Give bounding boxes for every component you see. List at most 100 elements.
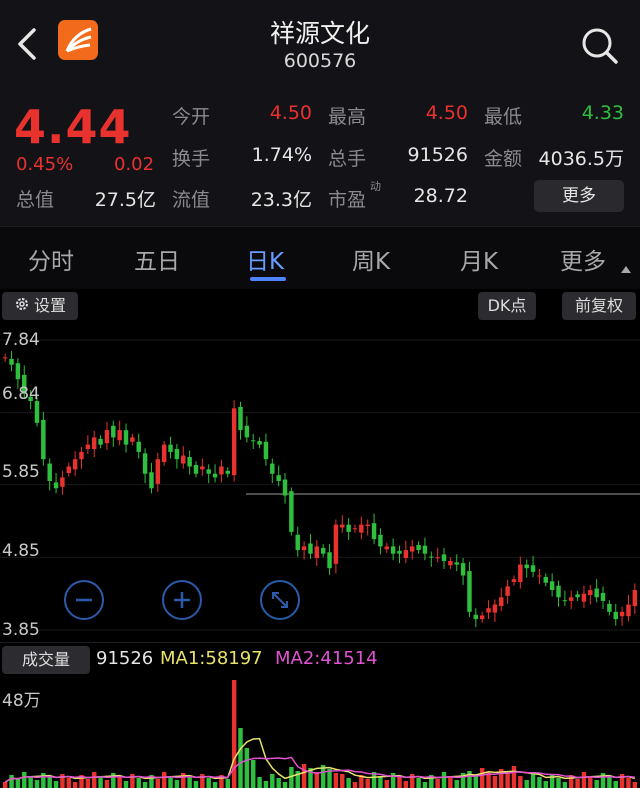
volume-bar — [98, 776, 103, 788]
forward-adjust-button[interactable]: 前复权 — [562, 292, 636, 320]
more-quote-button[interactable]: 更多 — [534, 180, 624, 212]
volume-bar — [91, 772, 97, 788]
volume-bar — [161, 772, 167, 788]
candle-body — [619, 611, 625, 617]
low-value: 4.33 — [581, 102, 624, 124]
amount-value: 4036.5万 — [538, 148, 624, 170]
candle-body — [613, 611, 618, 620]
candle — [359, 516, 364, 540]
volume-bar — [85, 779, 91, 788]
candle — [257, 437, 262, 449]
candle-body — [98, 438, 103, 445]
pe-dynamic-sup: 动 — [370, 180, 381, 193]
candle-body — [467, 571, 472, 612]
tab-five-day[interactable]: 五日 — [134, 242, 180, 276]
candle — [632, 583, 638, 615]
candle-body — [416, 544, 421, 551]
candle-body — [479, 615, 485, 620]
volume-bar — [257, 777, 262, 788]
volume-indicator-button[interactable]: 成交量 — [2, 646, 90, 674]
candle-body — [53, 482, 59, 489]
gear-icon — [14, 293, 30, 321]
candle-body — [543, 576, 549, 583]
volume-bar — [250, 760, 256, 788]
volume-bar — [28, 776, 33, 788]
candle — [320, 544, 326, 558]
tab-day-k[interactable]: 日K — [246, 242, 284, 276]
candle-body — [549, 581, 555, 591]
volume-bar — [575, 779, 580, 788]
zoom-out-icon[interactable] — [64, 580, 104, 620]
tab-intraday[interactable]: 分时 — [28, 242, 74, 276]
candle-body — [250, 440, 256, 442]
candle-body — [365, 524, 370, 527]
search-icon[interactable] — [578, 24, 622, 68]
candle-body — [320, 547, 326, 554]
volume-bar — [378, 776, 383, 788]
candle — [581, 585, 587, 609]
fullscreen-icon[interactable] — [260, 580, 300, 620]
dk-point-button[interactable]: DK点 — [478, 292, 536, 320]
volume-bar — [626, 778, 631, 788]
volume-bar — [505, 773, 510, 788]
candle-body — [111, 425, 116, 438]
open-label: 今开 — [172, 106, 211, 128]
volume-bar — [524, 780, 529, 788]
turnover-label: 换手 — [172, 148, 211, 170]
tab-week-k[interactable]: 周K — [352, 242, 390, 276]
tab-month-k[interactable]: 月K — [460, 242, 498, 276]
volume-bar — [613, 781, 618, 788]
volume-current: 91526 — [96, 648, 154, 669]
candle-body — [206, 469, 211, 474]
float-cap-value: 23.3亿 — [250, 189, 312, 211]
volume-bar — [263, 781, 269, 788]
volume-bar — [225, 779, 231, 788]
low-label: 最低 — [484, 106, 523, 128]
volume-bar — [206, 778, 211, 788]
candle-body — [257, 441, 262, 445]
candle-body — [130, 437, 135, 442]
float-cap-label: 流值 — [172, 189, 211, 211]
candle — [66, 462, 72, 477]
volume-bar — [340, 774, 345, 788]
candle-body — [225, 470, 231, 474]
candle — [295, 526, 300, 557]
candle — [619, 606, 625, 626]
volume-bar — [142, 782, 148, 788]
candle-body — [486, 608, 491, 613]
candle-body — [594, 588, 599, 598]
volume-bar — [276, 778, 281, 788]
zoom-in-icon[interactable] — [162, 580, 202, 620]
candle — [206, 464, 211, 484]
candle-body — [79, 451, 84, 460]
volume-bar — [72, 782, 78, 788]
volume-bar — [193, 781, 199, 788]
candle-body — [575, 594, 580, 598]
candle-body — [454, 562, 459, 565]
volume-bar — [244, 748, 250, 788]
tab-more[interactable]: 更多 — [560, 242, 606, 276]
volume-bar — [384, 780, 390, 788]
volume-bar — [22, 772, 27, 788]
candle-body — [91, 437, 97, 450]
candle — [352, 524, 358, 533]
candle — [142, 448, 148, 484]
candle — [161, 441, 167, 466]
candle — [556, 580, 561, 607]
candle — [530, 555, 536, 577]
y-tick-label: 5.85 — [2, 462, 40, 482]
volume-bar — [117, 777, 122, 788]
volume-bar — [632, 782, 638, 788]
volume-bar — [537, 777, 542, 788]
candle-body — [161, 444, 167, 463]
candle-body — [149, 472, 154, 489]
candle-body — [492, 604, 498, 613]
candle-body — [123, 430, 129, 445]
last-price: 4.44 — [14, 100, 132, 154]
change-percent: 0.45% — [16, 154, 74, 175]
settings-button[interactable]: 设置 — [2, 292, 78, 320]
candle-body — [47, 463, 52, 482]
volume-bar — [155, 779, 161, 788]
candle — [371, 513, 377, 545]
candle-body — [530, 565, 536, 572]
